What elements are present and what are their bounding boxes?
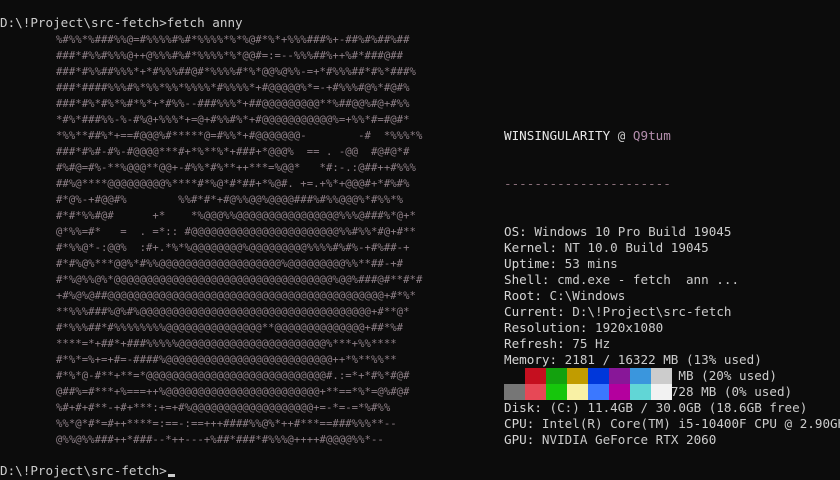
info-key: Current: — [504, 304, 565, 319]
at-sign: @ — [610, 128, 633, 143]
info-row: Root: C:\Windows — [504, 288, 840, 304]
color-palette — [504, 368, 672, 400]
ascii-art-line: #*@%-+#@@#% %%#*#*+#@%%@@%@@@@###%#%%@@@… — [56, 194, 404, 206]
info-row: Kernel: NT 10.0 Build 19045 — [504, 240, 840, 256]
color-swatch — [630, 384, 651, 400]
color-swatch — [609, 384, 630, 400]
color-swatch — [651, 384, 672, 400]
ascii-art-line: %%*@*#*=#++****=:==-:==+++####%%@%*++#**… — [56, 418, 397, 430]
info-value: Intel(R) Core(TM) i5-10400F CPU @ 2.90GH… — [534, 416, 840, 431]
info-value: NVIDIA GeForce RTX 2060 — [534, 432, 717, 447]
info-row: Shell: cmd.exe - fetch ann ... — [504, 272, 840, 288]
info-key: Disk: — [504, 400, 542, 415]
ascii-art-line: #*#*%%#@# +* *%@@@%%@@@@@@@@@@@@@@@@%%%@… — [56, 210, 416, 222]
info-row: Refresh: 75 Hz — [504, 336, 840, 352]
command-line-input: D:\!Project\src-fetch>fetch anny — [0, 15, 243, 30]
info-key: Memory: — [504, 352, 558, 367]
ascii-art-line: #%#@=#%-**%@@@**@@+-#%%*#%**++***=%@@* *… — [56, 162, 416, 174]
ascii-art-line: *#%*###%%-%-#%@+%%%*+=@+#%%#%*+#@@@@@@@@… — [56, 114, 410, 126]
system-info-panel: WINSINGULARITY @ Q9tum -----------------… — [504, 96, 840, 480]
info-row: CPU: Intel(R) Core(TM) i5-10400F CPU @ 2… — [504, 416, 840, 432]
info-row: Uptime: 53 mins — [504, 256, 840, 272]
color-swatch — [546, 368, 567, 384]
palette-row-bright — [504, 384, 672, 400]
ascii-art-line: ##%@****@@@@@@@@@%****#*%@*#*##+*%@#. +=… — [56, 178, 410, 190]
ascii-art-line: ###*#%#-#%-#@@@@***#+*%**%*+###+*@@@% ==… — [56, 146, 410, 158]
info-value: 2181 / 16322 MB (13% used) — [557, 352, 762, 367]
color-swatch — [567, 384, 588, 400]
ascii-art-logo: %#%%*%###%%@=#%%%%#%#*%%%%*%*%@#*%*+%%%#… — [56, 32, 422, 448]
color-swatch — [525, 384, 546, 400]
ascii-art-line: +#%@%@##@@@@@@@@@@@@@@@@@@@@@@@@@@@@@@@@… — [56, 290, 416, 302]
color-swatch — [567, 368, 588, 384]
info-row: OS: Windows 10 Pro Build 19045 — [504, 224, 840, 240]
info-key: Shell: — [504, 272, 550, 287]
color-swatch — [609, 368, 630, 384]
ascii-art-line: @%%@%%###++*###--*++---+%##*###*#%%%@+++… — [56, 434, 384, 446]
info-value: 53 mins — [557, 256, 618, 271]
ascii-art-line: @##%=#***+%===++%@@@@@@@@@@@@@@@@@@@@@@@… — [56, 386, 410, 398]
ascii-art-line: *%%**##%*+==#@@@%#*****@=#%%*+#@@@@@@@- … — [56, 130, 423, 142]
info-key: Root: — [504, 288, 542, 303]
color-swatch — [651, 368, 672, 384]
text-cursor — [167, 474, 175, 477]
info-title: WINSINGULARITY @ Q9tum — [504, 128, 840, 144]
command-prompt[interactable]: D:\!Project\src-fetch> — [0, 463, 175, 479]
ascii-art-line: ###*####%%%#%*%%*%%*%%%%*#%%%%*+#@@@@@%*… — [56, 82, 410, 94]
username: WINSINGULARITY — [504, 128, 611, 143]
ascii-art-line: #*%*@-#**+**=*@@@@@@@@@@@@@@@@@@@@@@@@@@… — [56, 370, 410, 382]
info-key: Kernel: — [504, 240, 558, 255]
ascii-art-line: #*%*=%+=+#=-####%@@@@@@@@@@@@@@@@@@@@@@@… — [56, 354, 397, 366]
info-value: 1920x1080 — [587, 320, 664, 335]
info-row: Current: D:\!Project\src-fetch — [504, 304, 840, 320]
palette-row-normal — [504, 368, 672, 384]
info-value: cmd.exe - fetch ann ... — [549, 272, 740, 287]
color-swatch — [504, 368, 525, 384]
info-key: Uptime: — [504, 256, 558, 271]
hostname: Q9tum — [632, 128, 671, 143]
info-row: Memory: 2181 / 16322 MB (13% used) — [504, 352, 840, 368]
ascii-art-line: @*%%=#* = . =*:: #@@@@@@@@@@@@@@@@@@@@@@… — [56, 226, 416, 238]
ascii-art-line: #*%@%%@%*@@@@@@@@@@@@@@@@@@@@@@@@@@@@@@@… — [56, 274, 423, 286]
color-swatch — [588, 368, 609, 384]
ascii-art-line: ###*#%*#%*%#*%*+*#%%--###%%%*+##@@@@@@@@… — [56, 98, 410, 110]
info-separator: ---------------------- — [504, 176, 671, 191]
info-key: OS: — [504, 224, 527, 239]
info-rows: OS: Windows 10 Pro Build 19045 Kernel: NT… — [504, 224, 840, 448]
info-key: CPU: — [504, 416, 535, 431]
ascii-art-line: #*%%%##*#%%%%%%%%@@@@@@@@@@@@@@@**@@@@@@… — [56, 322, 404, 334]
info-row: Disk: (C:) 11.4GB / 30.0GB (18.6GB free) — [504, 400, 840, 416]
color-swatch — [588, 384, 609, 400]
info-value: 75 Hz — [564, 336, 611, 351]
ascii-art-line: #*#%@%***@@%*#%%@@@@@@@@@@@@@@@@@@@%@@@@… — [56, 258, 404, 270]
terminal-window[interactable]: D:\!Project\src-fetch>fetch anny %#%%*%#… — [0, 0, 840, 480]
info-value: D:\!Project\src-fetch — [564, 304, 732, 319]
info-value: C:\Windows — [541, 288, 626, 303]
info-row: GPU: NVIDIA GeForce RTX 2060 — [504, 432, 840, 448]
color-swatch — [546, 384, 567, 400]
info-key: Resolution: — [504, 320, 588, 335]
prompt-text: D:\!Project\src-fetch> — [0, 463, 167, 478]
info-value: NT 10.0 Build 19045 — [557, 240, 709, 255]
color-swatch — [504, 384, 525, 400]
ascii-art-line: %#+#+#**-+#+***:+=+#%@@@@@@@@@@@@@@@@@@@… — [56, 402, 391, 414]
info-key: Refresh: — [504, 336, 565, 351]
info-value: (C:) 11.4GB / 30.0GB (18.6GB free) — [541, 400, 808, 415]
info-value: Windows 10 Pro Build 19045 — [526, 224, 732, 239]
ascii-art-line: ###*#%%##%%%*+*#%%%##@#*%%%%#*%*@@%@%%-=… — [56, 66, 416, 78]
ascii-art-line: %#%%*%###%%@=#%%%%#%#*%%%%*%*%@#*%*+%%%#… — [56, 34, 410, 46]
ascii-art-line: **%%%###%@%#%@@@@@@@@@@@@@@@@@@@@@@@@@@@… — [56, 306, 410, 318]
info-key: GPU: — [504, 432, 535, 447]
ascii-art-line: ###*#%%#%%%@++@%%%#%#*%%%%*%*@@#=:=--%%%… — [56, 50, 404, 62]
color-swatch — [630, 368, 651, 384]
ascii-art-line: ****=*+##*+###%%%%%@@@@@@@@@@@@@@@@@@@@@… — [56, 338, 397, 350]
color-swatch — [525, 368, 546, 384]
info-row: Resolution: 1920x1080 — [504, 320, 840, 336]
ascii-art-line: #*%%@*-:@@% :#+.*%*%@@@@@@@@%@@@@@@@@@%%… — [56, 242, 410, 254]
